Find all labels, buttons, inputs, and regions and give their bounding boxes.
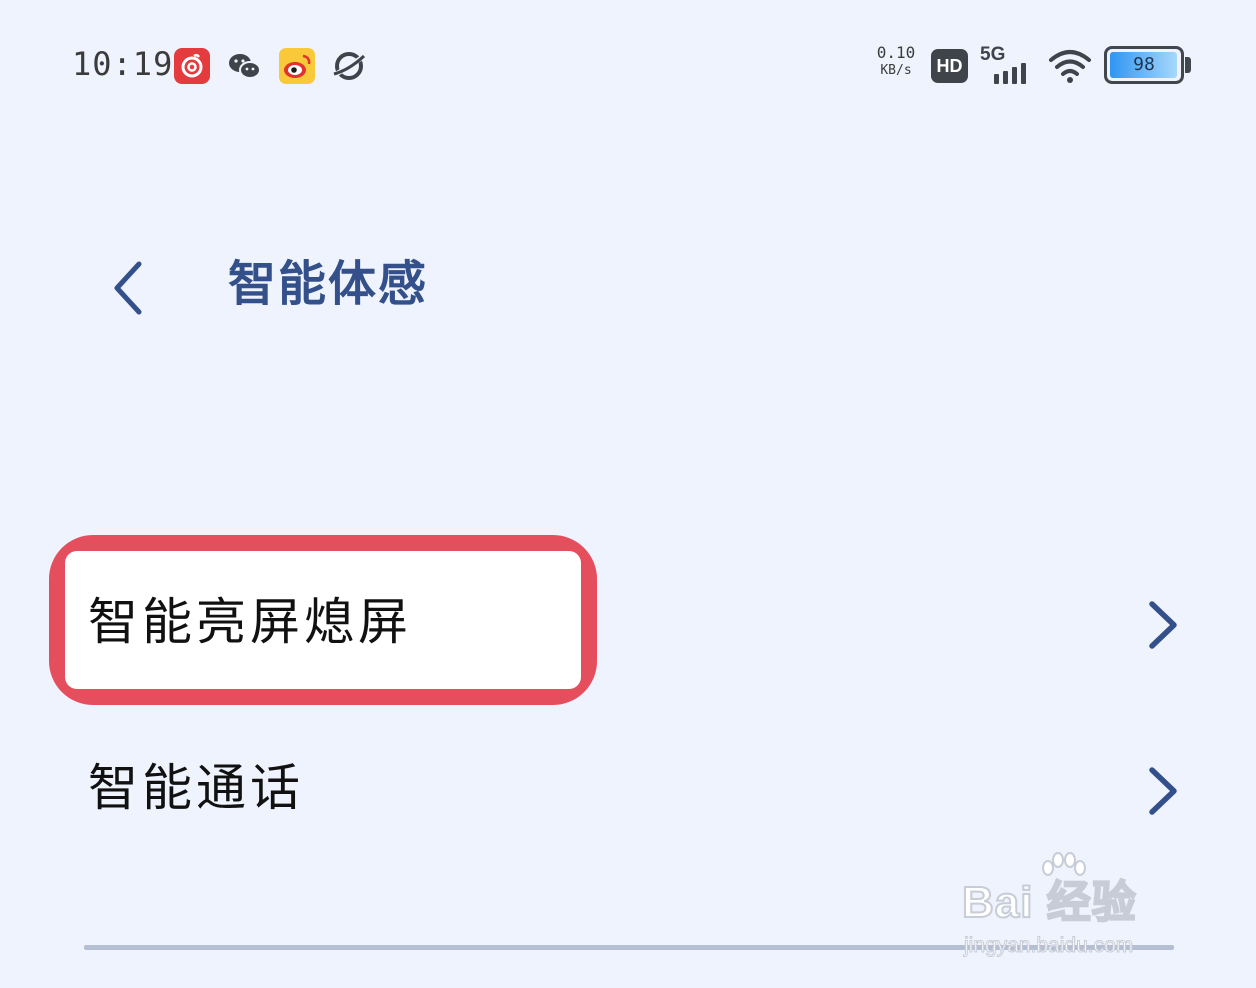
netease-music-icon <box>174 48 210 84</box>
back-button[interactable] <box>96 250 156 326</box>
chevron-left-icon <box>114 261 142 315</box>
list-item-label: 智能通话 <box>88 759 304 817</box>
page-title: 智能体感 <box>228 256 429 312</box>
status-time: 10:19 <box>72 45 174 83</box>
network-speed-unit: KB/s <box>880 63 912 78</box>
network-speed-value: 0.10 <box>876 43 916 62</box>
battery-indicator: 98 <box>1104 46 1184 84</box>
list-item-smart-screen-on-off[interactable]: 智能亮屏熄屏 <box>0 540 1256 700</box>
signal-bars-icon <box>994 63 1026 84</box>
watermark-logo: Bai 经验 <box>961 877 1137 928</box>
planet-icon <box>333 52 366 80</box>
chevron-right-icon <box>1149 601 1177 649</box>
baidu-watermark: Bai 经验 jingyan.baidu.com <box>961 852 1202 962</box>
battery-cap <box>1185 57 1191 73</box>
list-item-label: 智能亮屏熄屏 <box>88 593 412 651</box>
hd-badge: HD <box>931 49 968 83</box>
status-bar: 10:19 0.10 KB/s HD 5G 98 <box>0 0 1256 130</box>
network-speed: 0.10 KB/s <box>876 44 916 80</box>
weibo-icon <box>279 48 315 84</box>
wifi-icon <box>1049 50 1091 83</box>
battery-level: 98 <box>1133 54 1155 75</box>
chevron-right-icon <box>1149 767 1177 815</box>
watermark-url: jingyan.baidu.com <box>963 934 1134 958</box>
list-item-smart-call[interactable]: 智能通话 <box>0 706 1256 866</box>
wechat-icon <box>229 54 261 79</box>
cellular-signal: 5G <box>978 44 1036 86</box>
